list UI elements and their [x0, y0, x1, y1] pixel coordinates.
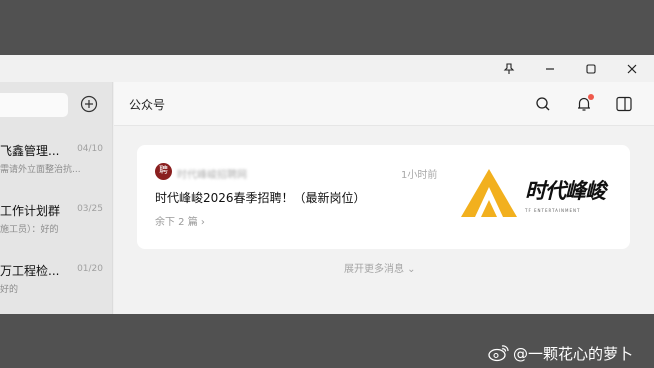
chat-title: 万工程检...: [0, 264, 60, 278]
weibo-icon: [488, 345, 509, 362]
main-panel: 公众号 聘 时代峰峻招聘网 1小时前 时代峰峻2026春季招聘！（最新岗位） 余…: [114, 82, 654, 314]
thumbnail-title: 时代峰峻: [525, 178, 606, 203]
add-button[interactable]: [79, 94, 99, 114]
search-icon[interactable]: [534, 95, 552, 113]
notification-dot: [588, 94, 594, 100]
article-thumbnail[interactable]: 时代峰峻 TF ENTERTAINMENT: [459, 167, 609, 219]
main-header: 公众号: [114, 82, 654, 126]
chat-title: 飞鑫管理...: [0, 144, 60, 158]
brand-logo: [461, 169, 517, 217]
chat-preview: 需请外立面整治抗...: [0, 165, 81, 175]
account-name: 时代峰峻招聘网: [177, 170, 247, 181]
watermark-text: @一颗花心的萝卜: [513, 345, 634, 363]
chat-title: 工作计划群: [0, 204, 61, 218]
chat-date: 04/10: [77, 144, 103, 154]
chat-item[interactable]: 工作计划群 03/25 施工员）：好的: [0, 202, 113, 262]
post-time: 1小时前: [401, 170, 438, 181]
close-icon[interactable]: [621, 59, 643, 79]
search-input[interactable]: [0, 93, 68, 117]
chat-item[interactable]: 飞鑫管理... 04/10 需请外立面整治抗...: [0, 142, 113, 202]
expand-more-button[interactable]: 展开更多消息 ⌄: [344, 260, 416, 275]
chat-list: 飞鑫管理... 04/10 需请外立面整治抗... 工作计划群 03/25 施工…: [0, 82, 113, 314]
sidebar-toggle-icon[interactable]: [615, 95, 633, 113]
chat-date: 01/20: [77, 264, 103, 274]
chat-preview: 好的: [0, 285, 19, 295]
account-avatar: 聘: [155, 163, 172, 180]
chat-date: 03/25: [77, 204, 103, 214]
article-card[interactable]: 聘 时代峰峻招聘网 1小时前 时代峰峻2026春季招聘！（最新岗位） 余下 2 …: [137, 145, 630, 249]
article-title[interactable]: 时代峰峻2026春季招聘！（最新岗位）: [155, 189, 366, 206]
chat-preview: 施工员）：好的: [0, 225, 59, 235]
plus-circle-icon: [80, 95, 98, 113]
title-bar: [0, 55, 654, 82]
app-window: 飞鑫管理... 04/10 需请外立面整治抗... 工作计划群 03/25 施工…: [0, 55, 654, 314]
thumbnail-subtitle: TF ENTERTAINMENT: [525, 208, 581, 213]
page-title: 公众号: [129, 98, 166, 112]
more-articles-link[interactable]: 余下 2 篇 ›: [155, 213, 205, 228]
chat-item[interactable]: 万工程检... 01/20 好的: [0, 262, 113, 314]
pin-icon[interactable]: [498, 59, 520, 79]
minimize-icon[interactable]: [539, 59, 561, 79]
maximize-icon[interactable]: [580, 59, 602, 79]
